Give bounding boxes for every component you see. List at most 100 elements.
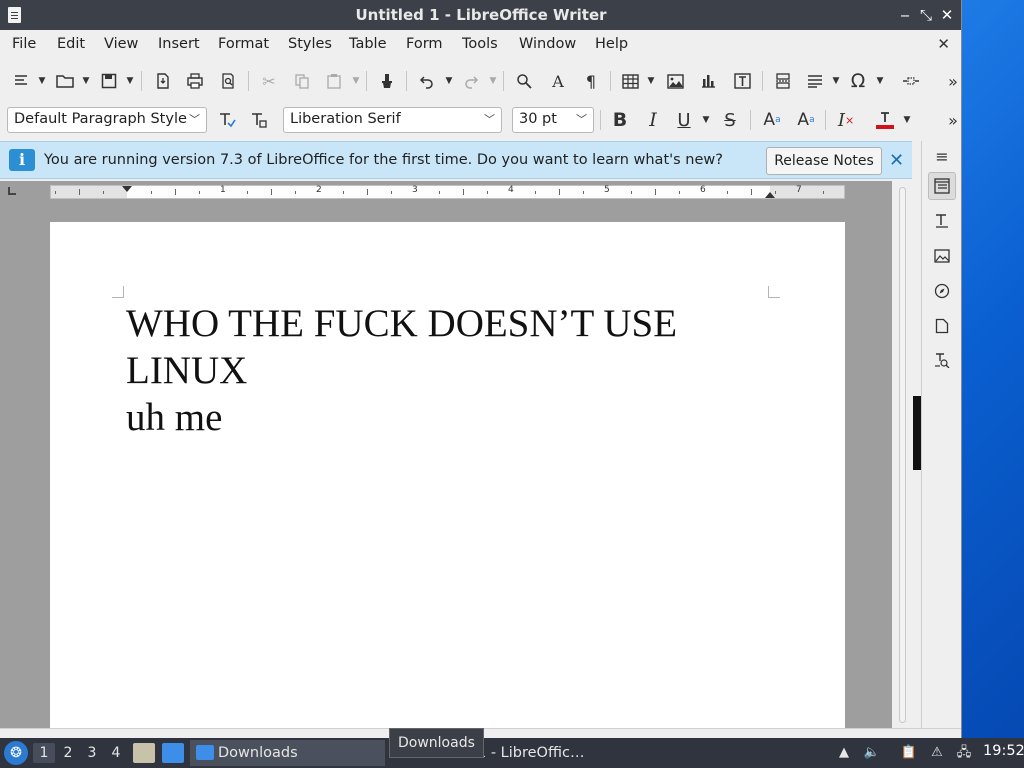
- redo-dropdown-icon[interactable]: ▼: [488, 68, 498, 94]
- clock[interactable]: 19:52: [983, 743, 1024, 759]
- bold-icon[interactable]: B: [607, 107, 633, 133]
- menu-table[interactable]: Table: [349, 36, 387, 52]
- insert-table-icon[interactable]: [617, 68, 643, 94]
- new-dropdown-icon[interactable]: ▼: [37, 68, 47, 94]
- copy-icon[interactable]: [289, 68, 315, 94]
- left-indent-marker[interactable]: [122, 186, 132, 192]
- open-icon[interactable]: [52, 68, 78, 94]
- chevron-down-icon[interactable]: ﹀: [484, 111, 495, 127]
- new-document-icon[interactable]: [8, 68, 34, 94]
- font-size-combo[interactable]: 30 pt ﹀: [512, 107, 594, 133]
- save-icon[interactable]: [96, 68, 122, 94]
- close-infobar-icon[interactable]: ✕: [889, 150, 904, 171]
- menu-edit[interactable]: Edit: [57, 36, 85, 52]
- tray-app-icon[interactable]: ▲: [835, 744, 853, 762]
- close-document-button[interactable]: ✕: [937, 35, 950, 53]
- cut-icon[interactable]: ✂: [256, 68, 282, 94]
- save-dropdown-icon[interactable]: ▼: [125, 68, 135, 94]
- update-style-icon[interactable]: [214, 107, 240, 133]
- navigator-icon[interactable]: [928, 277, 956, 305]
- workspace-1[interactable]: 1: [33, 743, 55, 763]
- insert-field-icon[interactable]: [802, 68, 828, 94]
- menu-view[interactable]: View: [104, 36, 138, 52]
- workspace-3[interactable]: 3: [81, 743, 103, 763]
- menu-help[interactable]: Help: [595, 36, 628, 52]
- gallery-icon[interactable]: [928, 242, 956, 270]
- release-notes-button[interactable]: Release Notes: [766, 147, 882, 175]
- underline-icon[interactable]: U: [671, 107, 697, 133]
- page-icon[interactable]: [928, 312, 956, 340]
- menu-tools[interactable]: Tools: [462, 36, 498, 52]
- new-style-icon[interactable]: [246, 107, 272, 133]
- minimize-button[interactable]: ‒: [896, 5, 914, 25]
- styles-icon[interactable]: [928, 207, 956, 235]
- task-downloads[interactable]: Downloads: [190, 740, 385, 766]
- volume-icon[interactable]: 🔈: [863, 744, 881, 762]
- menu-styles[interactable]: Styles: [288, 36, 332, 52]
- clipboard-icon[interactable]: 📋: [900, 744, 918, 762]
- more-icon[interactable]: »: [940, 107, 961, 133]
- find-replace-icon[interactable]: [511, 68, 537, 94]
- font-color-dropdown-icon[interactable]: ▼: [902, 107, 912, 133]
- strikethrough-icon[interactable]: S: [717, 107, 743, 133]
- workspace-2[interactable]: 2: [57, 743, 79, 763]
- horizontal-ruler[interactable]: 1 2 3 4 5 6 7: [50, 185, 845, 199]
- sidebar-collapse-handle[interactable]: [913, 396, 921, 470]
- insert-page-break-icon[interactable]: [770, 68, 796, 94]
- file-manager-launcher-icon[interactable]: [133, 743, 155, 763]
- subscript-icon[interactable]: Aa: [793, 107, 819, 133]
- paragraph-style-combo[interactable]: Default Paragraph Style ﹀: [7, 107, 207, 133]
- print-icon[interactable]: [182, 68, 208, 94]
- restore-button[interactable]: ⤡: [917, 5, 935, 25]
- menu-form[interactable]: Form: [406, 36, 443, 52]
- export-pdf-icon[interactable]: [150, 68, 176, 94]
- special-character-dropdown-icon[interactable]: ▼: [875, 68, 885, 94]
- menu-insert[interactable]: Insert: [158, 36, 200, 52]
- right-indent-marker[interactable]: [765, 192, 775, 198]
- menu-window[interactable]: Window: [519, 36, 576, 52]
- clear-formatting-icon[interactable]: I ×: [833, 107, 859, 133]
- font-color-icon[interactable]: [872, 107, 898, 133]
- chevron-down-icon[interactable]: ﹀: [189, 111, 200, 127]
- print-preview-icon[interactable]: [215, 68, 241, 94]
- title-bar[interactable]: Untitled 1 - LibreOffice Writer ‒ ⤡ ✕: [0, 0, 961, 30]
- insert-chart-icon[interactable]: [695, 68, 721, 94]
- scrollbar-thumb[interactable]: [899, 187, 906, 723]
- undo-icon[interactable]: [414, 68, 440, 94]
- start-menu-icon[interactable]: ❂: [4, 741, 28, 765]
- redo-icon[interactable]: [458, 68, 484, 94]
- tab-stop-selector[interactable]: [8, 187, 16, 195]
- style-inspector-icon[interactable]: [928, 346, 956, 374]
- underline-dropdown-icon[interactable]: ▼: [701, 107, 711, 133]
- close-window-button[interactable]: ✕: [938, 5, 956, 25]
- paste-dropdown-icon[interactable]: ▼: [351, 68, 361, 94]
- show-desktop-icon[interactable]: [162, 743, 184, 763]
- italic-icon[interactable]: I: [640, 107, 666, 133]
- more-icon[interactable]: »: [940, 68, 961, 94]
- vertical-scrollbar[interactable]: [896, 183, 910, 723]
- insert-table-dropdown-icon[interactable]: ▼: [646, 68, 656, 94]
- insert-textbox-icon[interactable]: [729, 68, 755, 94]
- properties-icon[interactable]: [928, 172, 956, 200]
- clone-formatting-icon[interactable]: [374, 68, 400, 94]
- menu-file[interactable]: File: [12, 36, 36, 52]
- document-page[interactable]: WHO THE FUCK DOESN’T USE LINUX uh me: [50, 222, 845, 738]
- font-name-combo[interactable]: Liberation Serif ﹀: [283, 107, 502, 133]
- workspace-4[interactable]: 4: [105, 743, 127, 763]
- spelling-icon[interactable]: A: [545, 68, 571, 94]
- superscript-icon[interactable]: Aa: [759, 107, 785, 133]
- update-notifier-icon[interactable]: ⚠: [928, 744, 946, 762]
- insert-field-dropdown-icon[interactable]: ▼: [831, 68, 841, 94]
- menu-format[interactable]: Format: [218, 36, 269, 52]
- document-body[interactable]: WHO THE FUCK DOESN’T USE LINUX uh me: [126, 300, 766, 441]
- formatting-marks-icon[interactable]: ¶: [578, 68, 604, 94]
- sidebar-menu-icon[interactable]: ≡: [928, 142, 956, 170]
- special-character-icon[interactable]: Ω: [845, 68, 871, 94]
- insert-image-icon[interactable]: [662, 68, 688, 94]
- open-dropdown-icon[interactable]: ▼: [81, 68, 91, 94]
- paste-icon[interactable]: [321, 68, 347, 94]
- insert-comment-icon[interactable]: [898, 68, 924, 94]
- chevron-down-icon[interactable]: ﹀: [576, 111, 587, 127]
- undo-dropdown-icon[interactable]: ▼: [444, 68, 454, 94]
- network-icon[interactable]: 🖧: [955, 744, 973, 762]
